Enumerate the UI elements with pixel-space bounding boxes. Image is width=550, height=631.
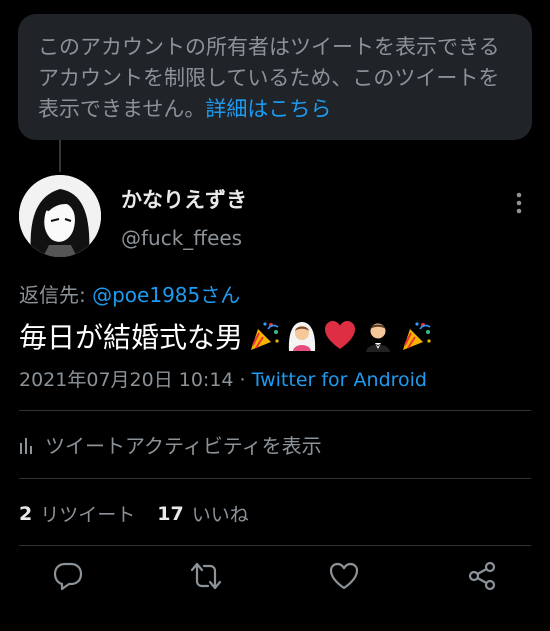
view-activity-button[interactable]: ツイートアクティビティを表示 bbox=[19, 430, 322, 459]
party-popper-icon bbox=[403, 322, 431, 350]
tweet-body: 毎日が結婚式な男 bbox=[19, 316, 433, 356]
party-popper-icon bbox=[251, 322, 279, 350]
more-options-icon[interactable] bbox=[506, 190, 532, 216]
analytics-icon bbox=[20, 437, 32, 454]
tweet-text: 毎日が結婚式な男 bbox=[19, 321, 244, 354]
thread-connector-line bbox=[59, 140, 61, 172]
groom-in-tuxedo-icon bbox=[366, 323, 391, 352]
share-icon[interactable] bbox=[466, 560, 498, 592]
learn-more-link[interactable]: 詳細はこちら bbox=[205, 97, 331, 121]
divider bbox=[19, 410, 531, 411]
action-bar bbox=[0, 560, 550, 610]
tweet-meta: 2021年07月20日 10:14 · Twitter for Android bbox=[19, 365, 427, 392]
reply-mention-link[interactable]: @poe1985さん bbox=[92, 283, 240, 307]
engagement-stats: 2 リツイート 17 いいね bbox=[19, 500, 249, 527]
retweet-icon[interactable] bbox=[190, 560, 222, 592]
divider bbox=[19, 478, 531, 479]
client-link[interactable]: Twitter for Android bbox=[252, 369, 427, 391]
like-icon[interactable] bbox=[328, 560, 360, 592]
protected-tweet-notice: このアカウントの所有者はツイートを表示できるアカウントを制限しているため、このツ… bbox=[18, 14, 532, 140]
user-handle[interactable]: @fuck_ffees bbox=[121, 226, 242, 250]
reply-context: 返信先: @poe1985さん bbox=[19, 279, 240, 308]
divider bbox=[19, 545, 531, 546]
reply-icon[interactable] bbox=[52, 560, 84, 592]
like-count[interactable]: 17 bbox=[157, 503, 183, 525]
retweet-count[interactable]: 2 bbox=[19, 503, 32, 525]
red-heart-icon bbox=[325, 321, 356, 349]
meta-separator: · bbox=[233, 369, 252, 391]
like-label[interactable]: いいね bbox=[192, 500, 249, 527]
activity-label: ツイートアクティビティを表示 bbox=[45, 434, 322, 458]
bride-with-veil-icon bbox=[288, 322, 316, 351]
display-name[interactable]: かなりえずき bbox=[121, 184, 247, 214]
tweet-timestamp[interactable]: 2021年07月20日 10:14 bbox=[19, 369, 234, 391]
avatar[interactable] bbox=[19, 175, 101, 257]
retweet-label[interactable]: リツイート bbox=[40, 500, 135, 527]
reply-prefix: 返信先: bbox=[19, 283, 93, 307]
avatar-illustration bbox=[19, 175, 101, 257]
